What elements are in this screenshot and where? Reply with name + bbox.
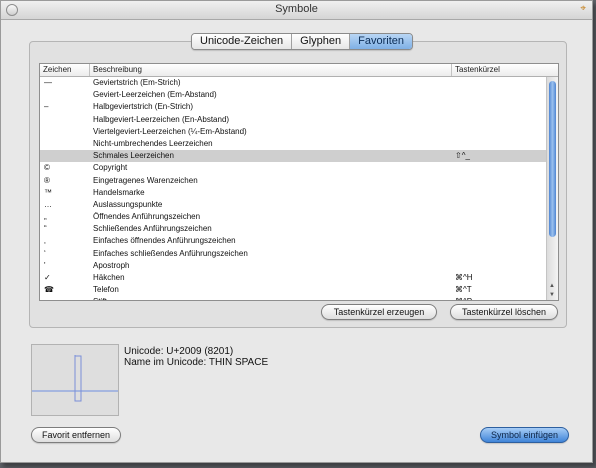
tab-favorites[interactable]: Favoriten xyxy=(350,34,412,49)
table-row[interactable]: — Geviertstrich (Em-Strich) xyxy=(40,77,546,89)
row-character: ® xyxy=(44,175,50,185)
table-row[interactable]: „ Öffnendes Anführungszeichen xyxy=(40,211,546,223)
row-character: © xyxy=(44,163,50,173)
character-info: Unicode: U+2009 (8201) Name im Unicode: … xyxy=(124,346,268,368)
row-character: ' xyxy=(44,260,46,270)
scroll-down-arrow-icon[interactable]: ▼ xyxy=(549,292,555,299)
row-shortcut: ⌘^P xyxy=(455,297,472,300)
symbols-window: Symbole ⌖ Unicode-Zeichen Glyphen Favori… xyxy=(0,0,593,463)
column-header-tastenkuerzel[interactable]: Tastenkürzel xyxy=(455,65,500,74)
create-shortcut-button[interactable]: Tastenkürzel erzeugen xyxy=(321,304,437,320)
table-row[interactable]: © Copyright xyxy=(40,162,546,174)
tab-unicode[interactable]: Unicode-Zeichen xyxy=(192,34,293,49)
table-row[interactable]: Halbgeviert-Leerzeichen (En-Abstand) xyxy=(40,114,546,126)
row-description: Eingetragenes Warenzeichen xyxy=(93,175,198,185)
row-description: Copyright xyxy=(93,163,128,173)
column-divider xyxy=(89,64,90,76)
row-description: Geviertstrich (Em-Strich) xyxy=(93,78,181,87)
row-shortcut: ⌘^T xyxy=(455,285,472,295)
table-row[interactable]: ™ Handelsmarke xyxy=(40,187,546,199)
column-divider xyxy=(451,64,452,76)
row-character: … xyxy=(44,199,52,209)
row-character: ☎ xyxy=(44,285,54,295)
table-row[interactable]: ‚ Einfaches öffnendes Anführungszeichen xyxy=(40,235,546,247)
row-description: Öffnendes Anführungszeichen xyxy=(93,212,201,222)
pin-icon[interactable]: ⌖ xyxy=(580,3,586,14)
row-description: Stift xyxy=(93,297,107,300)
row-description: Telefon xyxy=(93,285,119,295)
row-description: Apostroph xyxy=(93,260,130,270)
glyph-preview xyxy=(31,344,119,416)
table-row[interactable]: Geviert-Leerzeichen (Em-Abstand) xyxy=(40,89,546,101)
unicode-code-label: Unicode: U+2009 (8201) xyxy=(124,346,234,357)
row-description: Einfaches schließendes Anführungszeichen xyxy=(93,248,248,258)
favorites-table[interactable]: Zeichen Beschreibung Tastenkürzel — Gevie… xyxy=(39,63,559,301)
row-description: Einfaches öffnendes Anführungszeichen xyxy=(93,236,236,246)
row-description: Nicht-umbrechendes Leerzeichen xyxy=(93,138,213,148)
row-character: ‚ xyxy=(44,236,46,246)
scroll-thumb[interactable] xyxy=(549,81,556,237)
table-row[interactable]: – Halbgeviertstrich (En-Strich) xyxy=(40,101,546,113)
row-character: ™ xyxy=(44,187,52,197)
table-body: — Geviertstrich (Em-Strich) Geviert-Leerze… xyxy=(40,77,546,300)
table-row[interactable]: Nicht-umbrechendes Leerzeichen xyxy=(40,138,546,150)
row-character: “ xyxy=(44,224,47,234)
row-description: Geviert-Leerzeichen (Em-Abstand) xyxy=(93,90,217,100)
tab-glyphs[interactable]: Glyphen xyxy=(292,34,351,49)
row-description: Handelsmarke xyxy=(93,187,145,197)
table-row[interactable]: … Auslassungspunkte xyxy=(40,199,546,211)
table-row[interactable]: ' Apostroph xyxy=(40,260,546,272)
table-row[interactable]: ✓ Häkchen ⌘^H xyxy=(40,272,546,284)
row-character: „ xyxy=(44,212,47,222)
row-shortcut: ⌘^H xyxy=(455,273,473,282)
titlebar[interactable]: Symbole ⌖ xyxy=(1,1,592,20)
table-row[interactable]: ® Eingetragenes Warenzeichen xyxy=(40,175,546,187)
row-shortcut: ⇧^_ xyxy=(455,151,470,161)
table-row[interactable]: Stift ⌘^P xyxy=(40,296,546,300)
remove-favorite-button[interactable]: Favorit entfernen xyxy=(31,427,121,443)
thin-space-glyph-icon xyxy=(32,355,118,402)
table-row[interactable]: ‘ Einfaches schließendes Anführungszeiche… xyxy=(40,248,546,260)
row-description: Halbgeviert-Leerzeichen (En-Abstand) xyxy=(93,114,230,124)
row-description: Halbgeviertstrich (En-Strich) xyxy=(93,102,194,112)
row-character: — xyxy=(44,78,52,87)
row-character: – xyxy=(44,102,49,112)
vertical-scrollbar[interactable]: ▲ ▼ xyxy=(546,77,558,300)
row-description: Schließendes Anführungszeichen xyxy=(93,224,212,234)
insert-symbol-button[interactable]: Symbol einfügen xyxy=(480,427,569,443)
row-character: ✓ xyxy=(44,273,51,282)
tab-bar: Unicode-Zeichen Glyphen Favoriten xyxy=(191,33,413,50)
row-description: Auslassungspunkte xyxy=(93,199,163,209)
table-row[interactable]: “ Schließendes Anführungszeichen xyxy=(40,223,546,235)
row-character: ‘ xyxy=(44,248,46,258)
row-description: Häkchen xyxy=(93,273,125,282)
unicode-name-label: Name im Unicode: THIN SPACE xyxy=(124,357,269,368)
column-header-zeichen[interactable]: Zeichen xyxy=(43,65,71,74)
delete-shortcut-button[interactable]: Tastenkürzel löschen xyxy=(450,304,558,320)
row-description: Schmales Leerzeichen xyxy=(93,151,174,161)
table-row[interactable]: Viertelgeviert-Leerzeichen (¼-Em-Abstand… xyxy=(40,126,546,138)
table-row[interactable]: Schmales Leerzeichen ⇧^_ xyxy=(40,150,546,163)
row-description: Viertelgeviert-Leerzeichen (¼-Em-Abstand… xyxy=(93,126,247,136)
window-title: Symbole xyxy=(275,3,318,15)
scroll-up-arrow-icon[interactable]: ▲ xyxy=(549,283,555,290)
table-header: Zeichen Beschreibung Tastenkürzel xyxy=(40,64,558,77)
table-row[interactable]: ☎ Telefon ⌘^T xyxy=(40,284,546,296)
column-header-beschreibung[interactable]: Beschreibung xyxy=(93,65,142,74)
